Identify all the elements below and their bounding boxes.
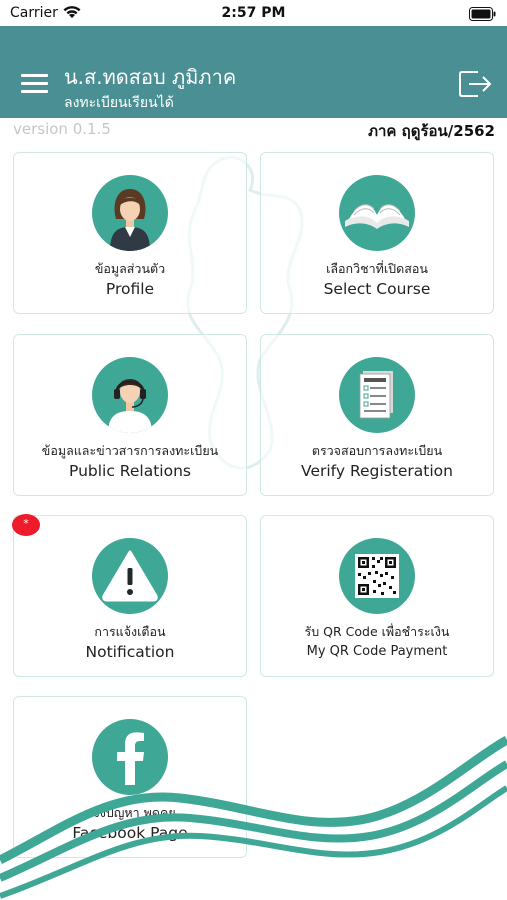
verify-registration-label-th: ตรวจสอบการลงทะเบียน (311, 443, 443, 458)
public-relations-label-th: ข้อมูลและข่าวสารการลงทะเบียน (41, 443, 219, 458)
select-course-card[interactable]: เลือกวิชาที่เปิดสอน Select Course (260, 152, 494, 314)
notification-card[interactable]: การแจ้งเตือน Notification (13, 515, 247, 677)
user-name: น.ส.ทดสอบ ภูมิภาค (64, 65, 237, 89)
registration-status: ลงทะเบียนเรียนได้ (64, 95, 174, 111)
public-relations-card[interactable]: ข้อมูลและข่าวสารการลงทะเบียน Public Rela… (13, 334, 247, 496)
profile-card[interactable]: ข้อมูลส่วนตัว Profile (13, 152, 247, 314)
qr-payment-label-en: My QR Code Payment (306, 644, 448, 659)
semester-label: ภาค ฤดูร้อน/2562 (368, 122, 495, 140)
facebook-icon (92, 719, 168, 795)
person-icon (92, 175, 168, 251)
warning-icon (92, 538, 168, 614)
facebook-label-th: แจ้งปัญหา พูดคุย (84, 805, 176, 820)
clock: 2:57 PM (221, 5, 286, 21)
open-book-icon (339, 175, 415, 251)
facebook-page-card[interactable]: แจ้งปัญหา พูดคุย Facebook Page (13, 696, 247, 858)
logout-icon[interactable] (458, 66, 494, 100)
app-header: น.ส.ทดสอบ ภูมิภาค ลงทะเบียนเรียนได้ (0, 26, 507, 118)
facebook-label-en: Facebook Page (72, 824, 188, 842)
profile-label-th: ข้อมูลส่วนตัว (94, 261, 166, 276)
verify-registration-card[interactable]: ตรวจสอบการลงทะเบียน Verify Registeration (260, 334, 494, 496)
select-course-label-en: Select Course (323, 280, 431, 298)
menu-icon[interactable] (21, 74, 48, 94)
notification-label-en: Notification (85, 643, 175, 661)
call-center-icon (92, 357, 168, 433)
select-course-label-th: เลือกวิชาที่เปิดสอน (326, 261, 428, 276)
verify-registration-label-en: Verify Registeration (301, 462, 453, 480)
qr-payment-card[interactable]: รับ QR Code เพื่อชำระเงิน My QR Code Pay… (260, 515, 494, 677)
public-relations-label-en: Public Relations (69, 462, 191, 480)
qr-payment-label-th: รับ QR Code เพื่อชำระเงิน (304, 624, 450, 639)
status-bar: Carrier 2:57 PM (0, 0, 507, 26)
notification-badge: * (12, 514, 40, 536)
profile-label-en: Profile (105, 280, 155, 298)
version-label: version 0.1.5 (13, 120, 111, 138)
document-checklist-icon (339, 357, 415, 433)
qr-code-icon (339, 538, 415, 614)
battery-icon (469, 6, 497, 25)
notification-label-th: การแจ้งเตือน (94, 624, 166, 639)
